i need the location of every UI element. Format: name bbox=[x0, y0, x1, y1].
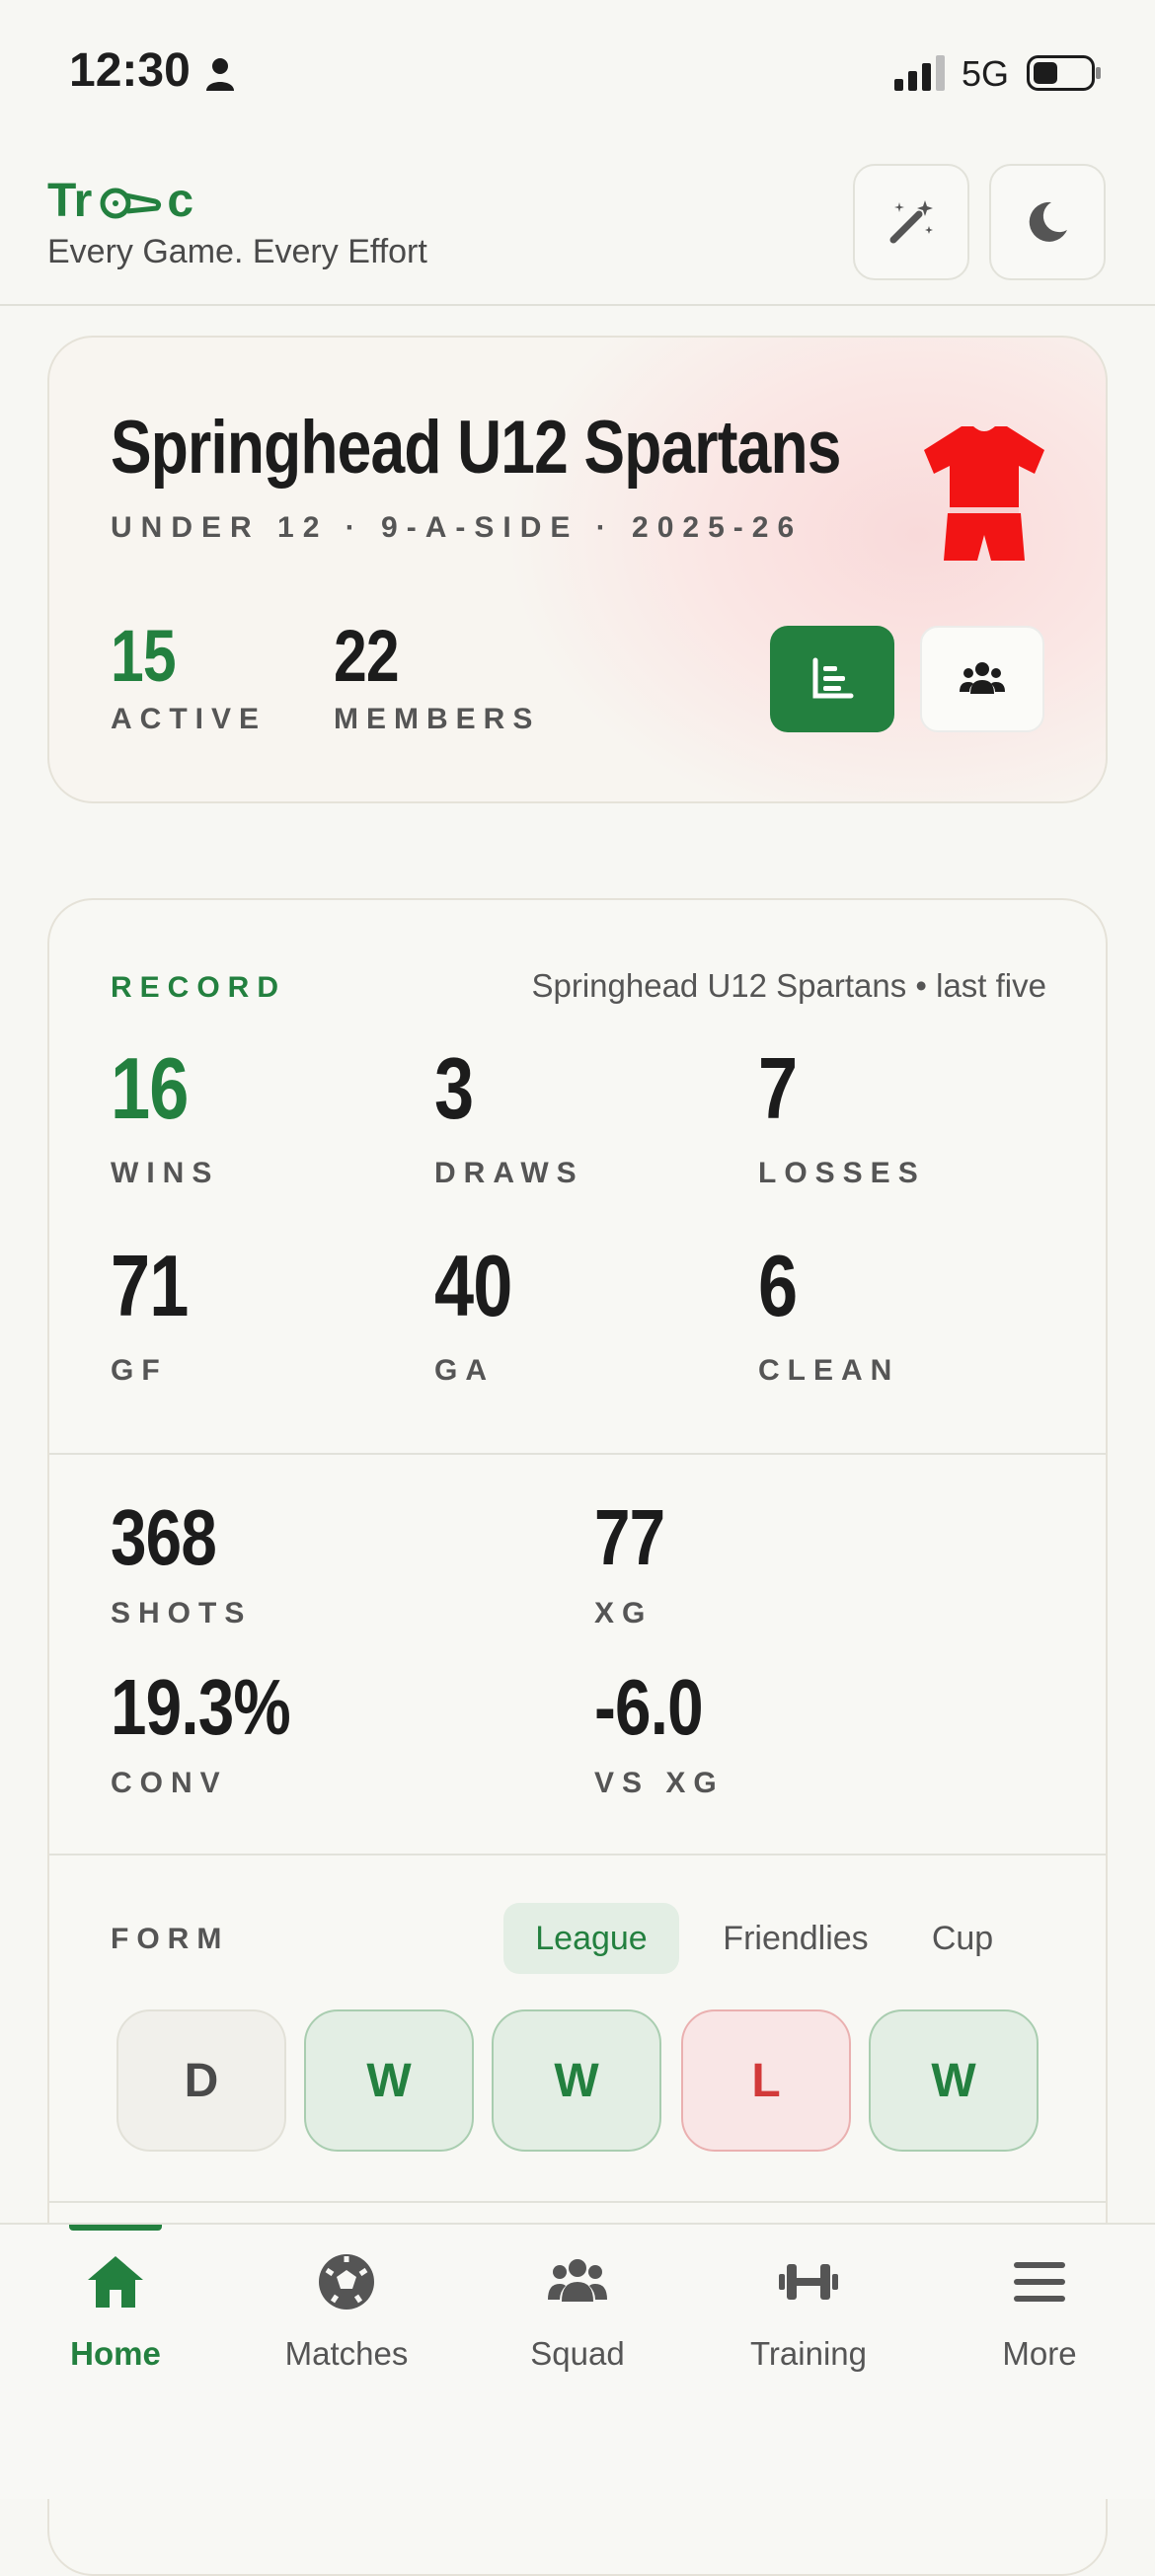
magic-wand-icon bbox=[889, 200, 933, 244]
signal-icon bbox=[894, 55, 945, 91]
goals-against-label: GA bbox=[434, 1354, 495, 1387]
divider bbox=[49, 1453, 1106, 1455]
nav-label-matches: Matches bbox=[284, 2335, 409, 2372]
members-count: 22 bbox=[334, 615, 400, 697]
menu-icon bbox=[1014, 2262, 1065, 2302]
nav-squad[interactable]: Squad bbox=[462, 2225, 693, 2402]
tab-league[interactable]: League bbox=[503, 1903, 679, 1974]
members-label: MEMBERS bbox=[334, 703, 541, 735]
form-result-win: W bbox=[304, 2009, 474, 2152]
team-card: Springhead U12 Spartans UNDER 12 · 9-A-S… bbox=[47, 336, 1108, 803]
nav-training[interactable]: Training bbox=[693, 2225, 924, 2402]
network-label: 5G bbox=[962, 53, 1010, 94]
losses-label: LOSSES bbox=[758, 1157, 926, 1189]
team-meta: UNDER 12 · 9-A-SIDE · 2025-26 bbox=[111, 511, 804, 544]
nav-matches[interactable]: Matches bbox=[231, 2225, 462, 2402]
dumbbell-icon bbox=[779, 2264, 838, 2300]
nav-label-training: Training bbox=[750, 2335, 867, 2372]
record-label: RECORD bbox=[111, 971, 287, 1004]
dark-mode-button[interactable] bbox=[989, 164, 1106, 280]
magic-wand-button[interactable] bbox=[853, 164, 969, 280]
whistle-icon bbox=[100, 188, 162, 218]
draws-value: 3 bbox=[434, 1039, 474, 1137]
nav-more[interactable]: More bbox=[924, 2225, 1155, 2402]
goals-for-value: 71 bbox=[111, 1237, 189, 1334]
tab-cup[interactable]: Cup bbox=[908, 1903, 1017, 1974]
shots-value: 368 bbox=[111, 1493, 217, 1581]
team-kit-icon bbox=[924, 426, 1044, 561]
divider bbox=[49, 1854, 1106, 1856]
goals-against-value: 40 bbox=[434, 1237, 512, 1334]
xg-value: 77 bbox=[594, 1493, 665, 1581]
conversion-value: 19.3% bbox=[111, 1663, 291, 1751]
nav-home[interactable]: Home bbox=[0, 2225, 231, 2402]
battery-icon bbox=[1027, 55, 1101, 91]
status-time: 12:30 bbox=[69, 44, 191, 97]
team-name: Springhead U12 Spartans bbox=[111, 406, 841, 490]
shots-label: SHOTS bbox=[111, 1597, 253, 1629]
soccer-ball-icon bbox=[319, 2254, 374, 2310]
divider bbox=[49, 2201, 1106, 2203]
clean-sheets-value: 6 bbox=[758, 1237, 798, 1334]
active-label: ACTIVE bbox=[111, 703, 268, 735]
form-label: FORM bbox=[111, 1923, 230, 1955]
vs-xg-label: VS XG bbox=[594, 1767, 725, 1799]
app-header: Tr c Every Game. Every Effort bbox=[0, 138, 1155, 306]
form-result-draw: D bbox=[116, 2009, 286, 2152]
nav-label-squad: Squad bbox=[530, 2335, 625, 2372]
conversion-label: CONV bbox=[111, 1767, 228, 1799]
record-subtitle: Springhead U12 Spartans • last five bbox=[531, 967, 1046, 1004]
users-icon bbox=[960, 662, 1005, 694]
app-logo: Tr c bbox=[47, 175, 194, 227]
nav-active-indicator bbox=[69, 2225, 162, 2231]
form-result-loss: L bbox=[681, 2009, 851, 2152]
stats-view-button[interactable] bbox=[770, 626, 894, 732]
nav-label-more: More bbox=[1002, 2335, 1077, 2372]
moon-icon bbox=[1029, 201, 1067, 242]
draws-label: DRAWS bbox=[434, 1157, 584, 1189]
home-icon bbox=[88, 2256, 143, 2308]
bottom-nav: Home Matches Squad Training More bbox=[0, 2223, 1155, 2499]
losses-value: 7 bbox=[758, 1039, 798, 1137]
users-icon bbox=[548, 2259, 607, 2302]
vs-xg-value: -6.0 bbox=[594, 1663, 704, 1751]
wins-value: 16 bbox=[111, 1039, 189, 1137]
form-result-win: W bbox=[869, 2009, 1039, 2152]
person-icon bbox=[206, 58, 234, 91]
tab-friendlies[interactable]: Friendlies bbox=[701, 1903, 890, 1974]
status-bar: 12:30 5G bbox=[0, 0, 1155, 138]
app-tagline: Every Game. Every Effort bbox=[47, 233, 427, 270]
wins-label: WINS bbox=[111, 1157, 220, 1189]
xg-label: XG bbox=[594, 1597, 654, 1629]
nav-label-home: Home bbox=[70, 2335, 161, 2372]
squad-view-button[interactable] bbox=[920, 626, 1044, 732]
form-result-win: W bbox=[492, 2009, 661, 2152]
goals-for-label: GF bbox=[111, 1354, 168, 1387]
clean-sheets-label: CLEAN bbox=[758, 1354, 900, 1387]
active-count: 15 bbox=[111, 615, 177, 697]
bar-list-icon bbox=[812, 657, 854, 699]
